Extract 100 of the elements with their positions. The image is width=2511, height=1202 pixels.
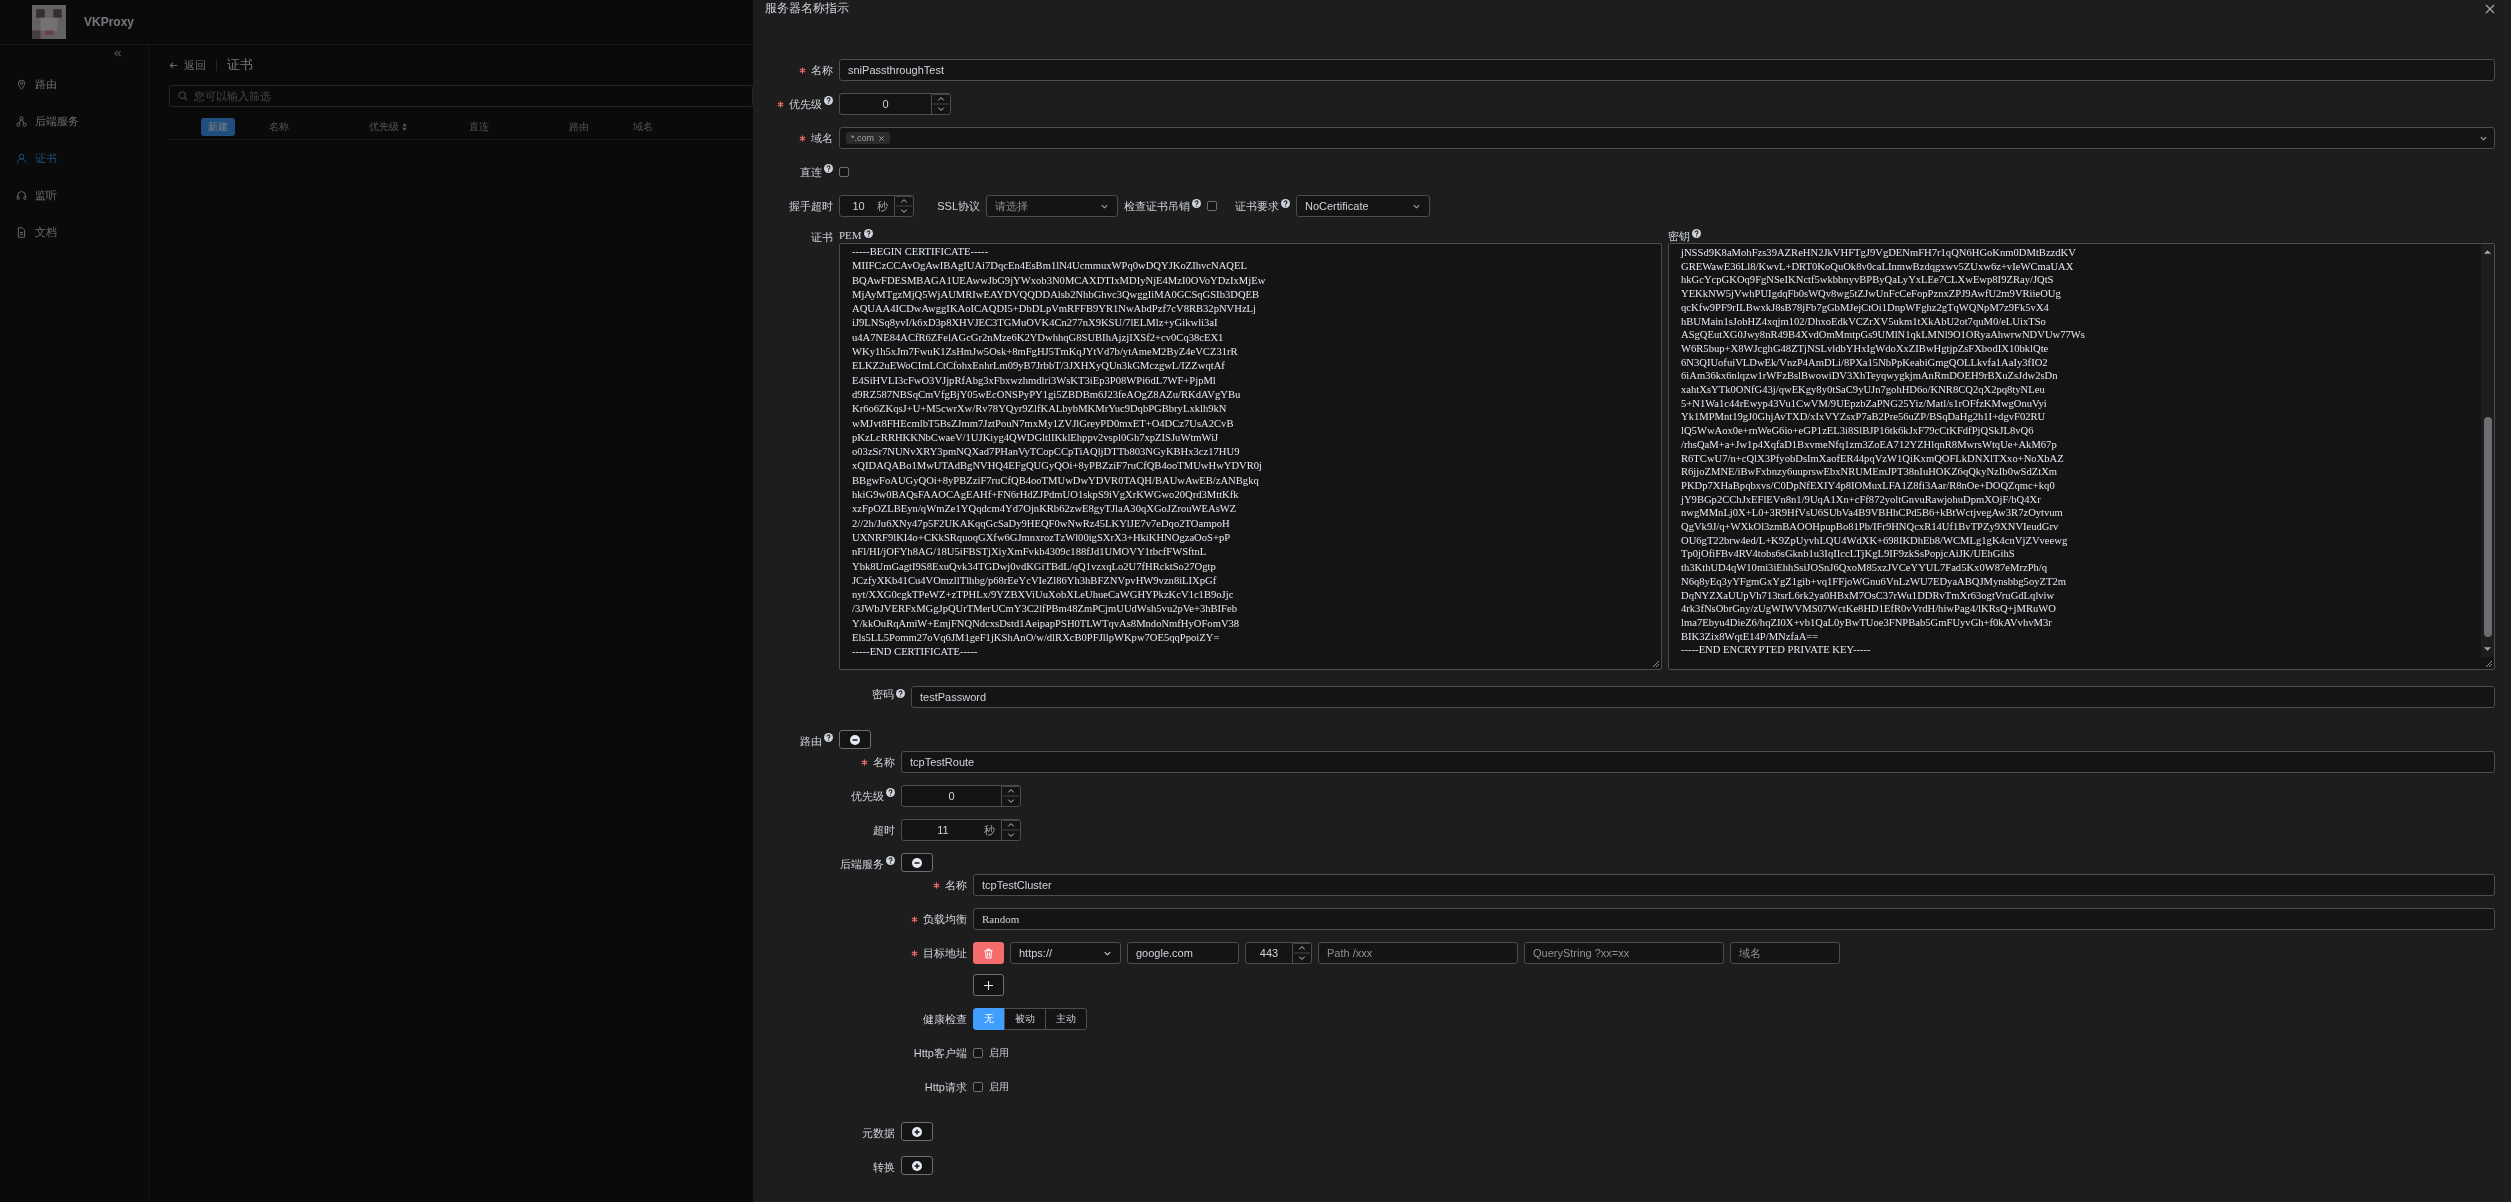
required-icon xyxy=(861,758,868,766)
plus-icon xyxy=(984,980,993,990)
checkbox[interactable] xyxy=(973,1048,983,1058)
load-balancing-select[interactable]: Random xyxy=(973,908,2495,930)
remove-button[interactable] xyxy=(839,730,871,749)
remove-button[interactable] xyxy=(901,853,933,872)
spinner-icon[interactable] xyxy=(1292,943,1311,963)
person-icon xyxy=(16,153,27,164)
spinner-icon[interactable] xyxy=(1001,786,1020,806)
key-textarea[interactable]: jNSSd9K8aMohFzs39AZReHN2JkVHFTgJ9VgDENmFH7r1qQN6HGoKnm0DMtBzzdKV GREWawE36Ll8/KwvL+DRT0KoQuOk8v0caLInmwBzdqgxwv5ZUxw6z+vIeWCmaUAX hkGcYcpGKOq9FgNSeIKNctf5wkbbnyvBPByQaLyYxLEe7CLXwEwp8I9ZRay/JQtS YEKkNW5jVwhPUIgdqFb0sWQv8wg5tZJwUnFcCeFopPznxZPJ9AwfU2m9VRiieOUg qcKfw9PF9rILBwxkJ8sB78jFb7gGbMJejCtOi1DnpWFghz2gTqWQNpM7z9Fk5vX4 hBUMain1sJobHZ4xqjm102/DhxoEdkVCZrXV5ukm1tXkAbU2ot7quM0/eLUixTSo ASgQEutXG0Jwy8nR49B4XvdOmMmtpGs9UMlN1qkLMNl9O1ORyaAhwrwNDVUw77Ws W6R5bup+X8WJcghG48ZTjNSLvldbYHxIgWdoXxZIBwHgtjpZsFXbodIX10bklQte 6N3QIUofuiVLDwEk/VnzP4AmDLi/8PXa15NbPpKeabiGmgQOLLkvfa1AaIy3fIO2 6iAm36kx6nlqzw1rWFzBslBwowiDV3XhTeyqwygkjmAnRmDOEH9rBXuZsJdw2sDn xahtXsYTk0ONfG43j/qwEKgy8y0tSaC9yUJn7gohHD6o/KNR8CQ2qX2pq8tyNLeu 5+N1Wa1c44rEwyp43Vu1CwVM/9UEpzbZaPNG25Yiz/Matl/s1rOFfzKMwgOnuVyi Yk1MPMnt19gJ0GhjAvTXD/xIxVYZsxP7aB2Pre56uZP/BSqDaHg2h1I+dgvF02RU lQ5WwAox0e+rnWeG6io+eGP1zEL3i8SlBJP16tk6kJxF79cCtKFdfPjQSkJL8vQ6 /rhsQaM+a+Jw1p4XqfaD1BxvmeNfq1zm3ZoEA712YZHlqnR8MwrsWtqUe+AkM67p R6TCwU7/n+cQlX3PfyobDsImXaofER44pqVzW1QiKxmQOFLkDNXlTXxo+NoXbAZ R6jjoZMNE/iBwFxbnzy6uuprswEbxNRUMEmJPT38nIuHOKZ6qQkyNzIb0wSdZtXm PKDp7XHaBpqbxvs/C0DpNfEXIY4p8IOMuxLFA1Z8fi3Aar/R8nOe+DOQZqmc+kq0 jY9BGp2CChJxEFlEVn8n1/9UqA1Xn+cFf872yoltGnvuRawjohuDpmXOjF/bQ4Xr nwgMMnLj0X+L0+3R9HfVsU6SUbVa4B9VBHhCPd5B6+kBtWctjvegAw3R7zOytvum QgVk9J/q+WXkOl3zmBAOOHpupBo81Pb/IFr9HNQcxR14Uf1BvTPZy9XNVIeudGrv OU6gT22brw4ed/L+K9ZpUyvhLQU4WdXK+698IKDhEb8/WCMLg1gK4cnVjZVveewg Tp0jOfiFBv4RV4tobs6sGknb1u3IqIIccLTjKgL9IF9zkSsPopjcAiJK/UEhGihS th3KthUD4qW10mi3iEhhSsiJOSnJ6QxoM85xzJVCeYYUL7Fad5Kx0W87eMrzPh/q N6q8yEq3yYFgmGxYgZ1gib+vq1FFjoWGnu6VnLzWU7EDyaABQJMynsbbg5oyZT2m DqNYZXaUUpVh713tsrL6rk2ya0HBxM7OsC37rWu1DDRvTmXr63ogtVruGdLqlviw 4rk3fNsObrGny/zUgWIWVMS07WctKe8HD1EfR0vVrdH/hiwPag4/lKRsQ+jMRuWO lma7Ebyu4DieZ6/hqZI0X+vb1QaL0yBwTUoe3FNPBab5GmFUyvGh+f0kAVvhvM3r BIK3Zix8WqtE14P/MNzfaA== -----END ENCRYPTED PRIVATE KEY----- xyxy=(1668,243,2495,670)
field-label: 超时 xyxy=(873,822,895,838)
logo-icon xyxy=(32,5,66,39)
ssl-protocol-select[interactable]: 请选择 xyxy=(986,195,1118,217)
field-label: 证书 xyxy=(811,229,833,245)
field-label: 优先级 xyxy=(789,96,822,112)
field-label: 握手超时 xyxy=(789,198,833,214)
scroll-down-icon[interactable] xyxy=(2483,646,2492,652)
field-label: 密钥 xyxy=(1668,229,1690,244)
required-icon xyxy=(799,134,806,142)
help-icon xyxy=(886,788,895,797)
field-label: 优先级 xyxy=(851,788,884,804)
name-field[interactable]: tcpTestRoute xyxy=(901,751,2495,773)
checkbox[interactable] xyxy=(1207,201,1217,211)
help-icon xyxy=(1692,229,1701,238)
radio-button[interactable]: 主动 xyxy=(1045,1008,1087,1030)
field-label: 证书要求 xyxy=(1235,198,1279,214)
required-icon xyxy=(799,66,806,74)
search-icon xyxy=(178,91,188,101)
checkbox[interactable] xyxy=(839,167,849,177)
scrollbar[interactable] xyxy=(2481,244,2494,657)
field-label: 域名 xyxy=(811,130,833,146)
radio-button[interactable]: 被动 xyxy=(1004,1008,1046,1030)
scroll-up-icon[interactable] xyxy=(2483,249,2492,255)
name-field[interactable]: tcpTestCluster xyxy=(973,874,2495,896)
help-icon xyxy=(824,96,833,105)
add-button[interactable] xyxy=(901,1122,933,1141)
password-field[interactable]: testPassword xyxy=(911,686,2495,708)
close-icon[interactable] xyxy=(878,134,885,142)
field-label: Http客户端 xyxy=(913,1045,967,1061)
sidebar-item[interactable]: 监听 xyxy=(0,177,148,214)
minus-icon xyxy=(912,857,922,868)
required-icon xyxy=(911,915,918,923)
certificate-mode-select[interactable]: NoCertificate xyxy=(1296,195,1430,217)
sidebar-item[interactable]: 后端服务 xyxy=(0,103,148,140)
drawer-title: 服务器名称指示 xyxy=(765,0,849,17)
add-button[interactable] xyxy=(973,974,1004,996)
field-label: 转换 xyxy=(873,1159,895,1175)
add-button[interactable] xyxy=(901,1156,933,1175)
sidebar-item[interactable]: 路由 xyxy=(0,66,148,103)
spinner-icon[interactable] xyxy=(931,94,950,114)
port-field[interactable]: 443 xyxy=(1245,942,1312,964)
number-field[interactable]: 0 xyxy=(839,93,951,115)
host-field[interactable]: google.com xyxy=(1127,942,1239,964)
field-label: 健康检查 xyxy=(923,1011,967,1027)
field-label: 名称 xyxy=(811,62,833,78)
back-link[interactable]: 返回 xyxy=(169,57,206,73)
scheme-select[interactable]: https:// xyxy=(1010,942,1121,964)
required-icon xyxy=(911,949,918,957)
field-label: 负载均衡 xyxy=(923,911,967,927)
name-field[interactable]: sniPassthroughTest xyxy=(839,59,2495,81)
pem-textarea[interactable]: -----BEGIN CERTIFICATE----- MIIFCzCCAvOgAwIBAgIUAi7DqcEn4EsBm1lN4UcmmuxWPq0wDQYJKoZIhvcNAQEL BQAwFDESMBAGA1UEAwwJbG9jYWxob3N0MCAXDTIxMDIyNjE4MzI0OVoYDzIxMjEw MjAyMTgzMjQ5WjAUMRIwEAYDVQQDDAlsb2NhbGhvc3QwggIiMA0GCSqGSIb3DQEB AQUAA4ICDwAwggIKAoICAQDI5+DbDLpVmRFFB9YR1NwAbdPzf7cV8RB32pNVHzLj iJ9LNSq8yvI/k6xD3p8XHVJEC3TGMuOVK4Cn277nX9KSU/7lELMlz+yGikwli3aI u4A7NE84ACfR6ZFelAGcGr2nMze6K2YDwhhqG8SUBIhAjzjIXSf2+cv0Cq38cEX1 WKy1h5xJm7FwuK1ZsHmJw5Osk+8mFgHJ5TmKqJYtVd7b/ytAmeM2ByZ4eVCZ31rR ELKZ2uEWoCImLCtCfohxEnhrLm09yB7JrbbT/3JXHXyQUn3kGMczgwL/IZZwqtAf E4SiHVLI3cFwO3VJjpRfAbg3xFbxwzhmdlri3WsKT3iEp3P08WPi6dL7WF+PjpMl d9RZ587NBSqCmVfgBjY05wEcONSPyPY1gi5ZBDBm6J23feAOgZ8AZu/RKdAVgYBu Kr6o6ZKqsJ+U+M5cwrXw/Rv78YQyr9ZlfKALbybMKMrYuc9DqbPGBbryLxklh9kN wMJvt8FHEcmlbT5BsZJmm7JztPouN7mxMy1ZVJlGreyPD0mxET+O4DCz7UsA2CvB pKzLcRRHKKNbCwaeV/1UJKiyg4QWDGltlIKklEhppv2vspl0Gh7xpZISJuWtmWiJ o03zSr7NUNvXRY3pmNQXad7PHanVyTCopCCpTiAQljDTTb803NGyKBHx3cz17HU9 xQIDAQABo1MwUTAdBgNVHQ4EFgQUGyQOi+8yPBZziF7ruCfQB4ooTMUwHwYDVR0j BBgwFoAUGyQOi+8yPBZziF7ruCfQB4ooTMUwDwYDVR0TAQH/BAUwAwEB/zANBgkq hkiG9w0BAQsFAAOCAgEAHf+FN6rHdZJPdmUO1skpS9iVgXrKWGwo20Qrd3MttKfk xzFpOZLBEyn/qWmZe1YQqdcm4Yd7OjnKRb62zwE8gyTJlaA30qXGoJZrouWEAsWZ 2//2h/Ju6XNy47p5F2UKAKqqGcSaDy9HEQF0wNwRz45LKYlJE7v7eDqo2TOampoH UXNRF9lKI4o+CKkSRquoqGXfw6GJmnxrozTzWl00igSXrX3+HkiKHNOgzaOoS+pP nFl/HI/jOFYh8AG/18U5iFBSTjXiyXmFvkb4309c188fJd1UMOVY1tbcfFWSftnL Ybk8UmGagtI9S8ExuQvk34TGDwj0vdKGiTBdL/qQ1vzxqLo2U7fHRcktSo27Ogtp JCzfyXKb41Cu4VOmzllTlhbg/p68rEeYcVIeZl86Yh3hBFZNVpvHW9vzn8iLIXpGf nyt/XXG0cgkTPeWZ+zTPHLx/9YZBXViUuXobXLeUhueCaWGHYPkzKcV1c1B9oJjc /3JWbJVERFxMGgJpQUrTMerUCmY3C2lfPBm48ZmPCjmUUdWsh5vu2pVe+3hBIFeb Y/kkOuRqAmiW+EmjFNQNdcxsDstd1AeipapPSH0TLWTqvAs8MndoNmfHyOFomV38 Els5LL5Pomm27oVq6JM1geF1jKShAnO/w/dlRXcB0PFJllpWKpw7OE5qqPpoiZY= -----END CERTIFICATE----- xyxy=(839,243,1662,670)
document-icon xyxy=(16,227,27,238)
checkbox-label: 启用 xyxy=(989,1080,1009,1094)
spinner-icon[interactable] xyxy=(1001,820,1020,840)
domain-select[interactable]: *.com xyxy=(839,127,2495,149)
field-label: 目标地址 xyxy=(923,945,967,961)
field-label: SSL协议 xyxy=(937,198,980,214)
help-icon xyxy=(863,229,873,238)
field-label: 直连 xyxy=(800,164,822,180)
resize-icon[interactable] xyxy=(1652,660,1660,668)
field-label: 名称 xyxy=(945,877,967,893)
field-label: 后端服务 xyxy=(840,856,884,872)
number-field[interactable]: 11 秒 xyxy=(901,819,1021,841)
number-field[interactable]: 0 xyxy=(901,785,1021,807)
sidebar-item[interactable]: 文档 xyxy=(0,214,148,251)
help-icon xyxy=(824,164,833,173)
query-field[interactable]: QueryString ?xx=xx xyxy=(1524,942,1724,964)
spinner-icon[interactable] xyxy=(894,196,913,216)
nodes-icon xyxy=(16,116,27,127)
collapse-icon[interactable] xyxy=(113,49,122,58)
number-field[interactable]: 10 秒 xyxy=(839,195,914,217)
field-label: 密码 xyxy=(872,686,894,702)
help-icon xyxy=(886,856,895,865)
close-icon[interactable] xyxy=(2485,3,2495,14)
resize-icon[interactable] xyxy=(2485,660,2493,668)
domain-tag: *.com xyxy=(846,132,890,144)
required-icon xyxy=(933,881,940,889)
field-label: 检查证书吊销 xyxy=(1124,198,1190,214)
minus-icon xyxy=(850,734,860,745)
trash-icon xyxy=(983,947,994,959)
required-icon xyxy=(777,100,784,108)
host-header-field[interactable]: 域名 xyxy=(1730,942,1840,964)
field-label: 元数据 xyxy=(862,1125,895,1141)
arrow-icon xyxy=(169,60,178,70)
help-icon xyxy=(896,689,905,698)
delete-button[interactable] xyxy=(973,942,1004,964)
checkbox[interactable] xyxy=(973,1082,983,1092)
path-field[interactable]: Path /xxx xyxy=(1318,942,1518,964)
plus-icon xyxy=(912,1126,922,1137)
sort-icon xyxy=(402,123,407,131)
